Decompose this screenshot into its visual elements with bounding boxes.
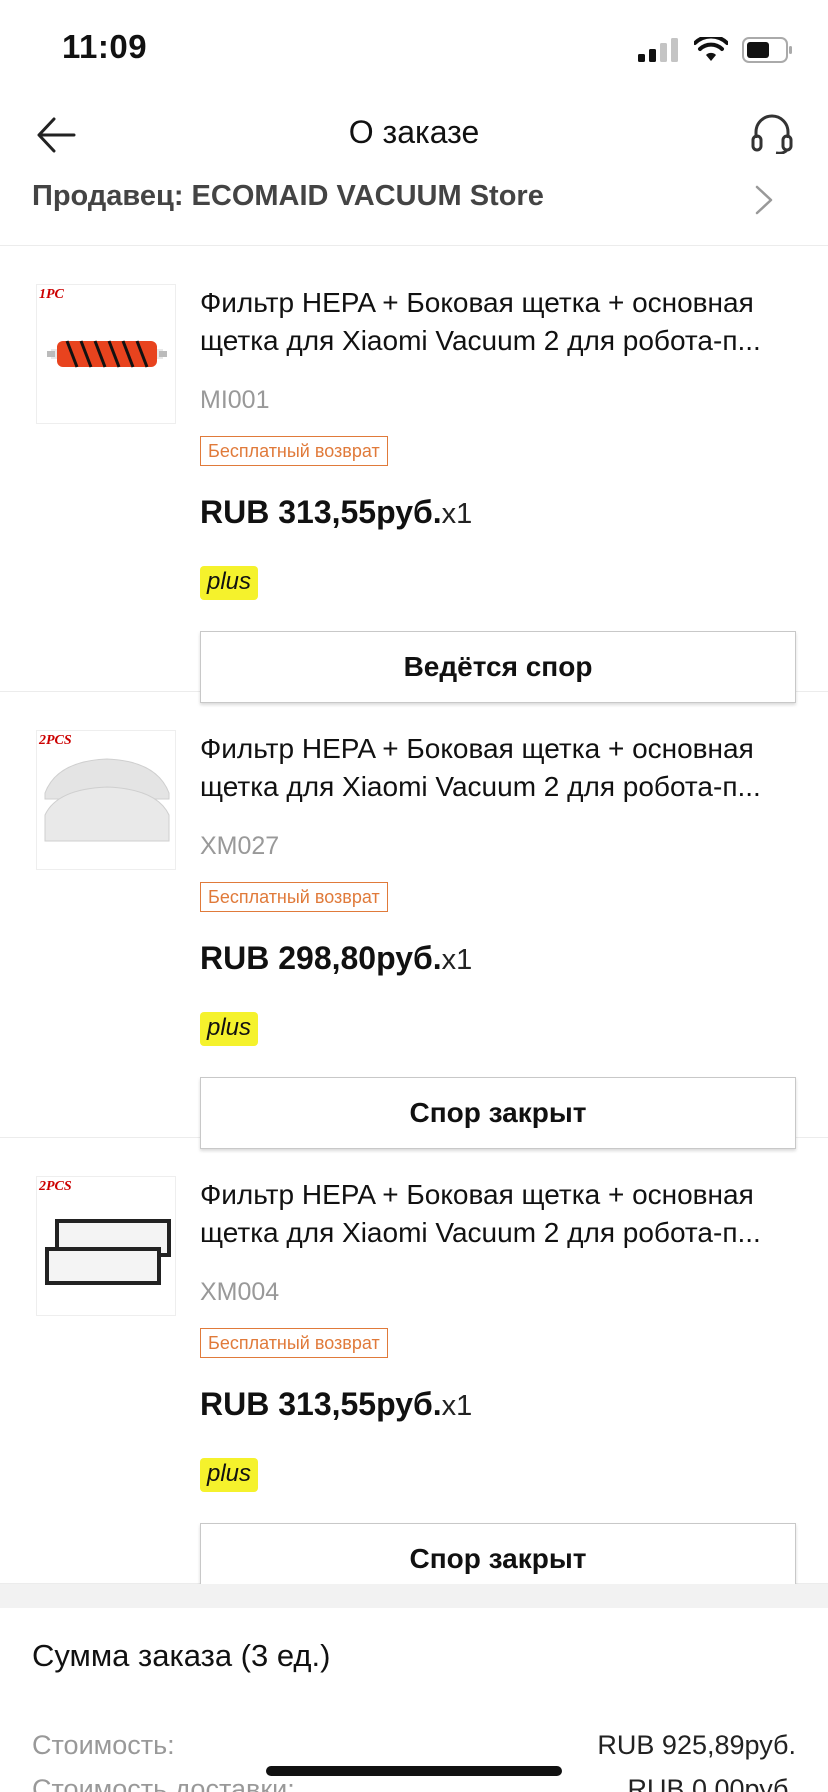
item-price-row: RUB 313,55руб.x1 — [200, 1386, 472, 1423]
order-item: 1PC Фильтр HEPA + Боковая щетка + основн… — [0, 246, 828, 703]
product-image[interactable]: 2PCS — [36, 1176, 176, 1316]
item-price-row: RUB 298,80руб.x1 — [200, 940, 472, 977]
order-item: 2PCS Фильтр HEPA + Боковая щетка + основ… — [0, 692, 828, 1149]
mop-pads-image — [44, 758, 170, 842]
seller-name: Продавец: ECOMAID VACUUM Store — [32, 180, 544, 212]
item-sku: XM027 — [200, 832, 280, 860]
item-qty: x1 — [441, 498, 473, 530]
status-bar: 11:09 — [0, 0, 828, 96]
item-title[interactable]: Фильтр HEPA + Боковая щетка + основная щ… — [200, 284, 800, 360]
page-title: О заказе — [348, 114, 480, 150]
summary-label: Стоимость: — [32, 1730, 175, 1760]
product-image[interactable]: 2PCS — [36, 730, 176, 870]
order-item: 2PCS Фильтр HEPA + Боковая щетка + основ… — [0, 1138, 828, 1595]
wifi-icon — [694, 37, 728, 61]
summary-label: Стоимость доставки: — [32, 1774, 295, 1792]
order-summary-title: Сумма заказа (3 ед.) — [32, 1638, 331, 1673]
status-icons — [638, 36, 794, 64]
home-indicator[interactable] — [266, 1766, 562, 1776]
battery-icon — [742, 37, 792, 63]
cellular-signal-icon — [638, 38, 678, 62]
plus-badge: plus — [200, 1458, 258, 1492]
item-sku: MI001 — [200, 386, 270, 414]
image-badge: 1PC — [39, 287, 64, 302]
status-time: 11:09 — [62, 28, 148, 65]
item-price: RUB 313,55руб. — [200, 1386, 442, 1422]
headset-icon — [751, 114, 793, 154]
support-button[interactable] — [744, 106, 800, 162]
summary-value: RUB 925,89руб. — [597, 1730, 796, 1760]
item-sku: XM004 — [200, 1278, 280, 1306]
item-title[interactable]: Фильтр HEPA + Боковая щетка + основная щ… — [200, 1176, 800, 1252]
item-price: RUB 313,55руб. — [200, 494, 442, 530]
item-price-row: RUB 313,55руб.x1 — [200, 494, 472, 531]
seller-row[interactable]: Продавец: ECOMAID VACUUM Store — [0, 174, 828, 246]
plus-badge: plus — [200, 1012, 258, 1046]
item-qty: x1 — [441, 944, 473, 976]
free-return-badge: Бесплатный возврат — [200, 1328, 388, 1358]
product-image[interactable]: 1PC — [36, 284, 176, 424]
chevron-right-icon — [755, 185, 773, 215]
free-return-badge: Бесплатный возврат — [200, 436, 388, 466]
hepa-filters-image — [45, 1219, 171, 1285]
image-badge: 2PCS — [39, 733, 72, 748]
image-badge: 2PCS — [39, 1179, 72, 1194]
nav-bar: О заказе — [0, 96, 828, 174]
summary-row-cost: Стоимость: RUB 925,89руб. — [32, 1730, 796, 1761]
item-title[interactable]: Фильтр HEPA + Боковая щетка + основная щ… — [200, 730, 800, 806]
section-divider — [0, 1584, 828, 1608]
plus-badge: plus — [200, 566, 258, 600]
brush-roll-image — [47, 340, 167, 368]
item-price: RUB 298,80руб. — [200, 940, 442, 976]
summary-row-shipping: Стоимость доставки: RUB 0,00руб. — [32, 1774, 796, 1792]
summary-value: RUB 0,00руб. — [627, 1774, 796, 1792]
item-qty: x1 — [441, 1390, 473, 1422]
free-return-badge: Бесплатный возврат — [200, 882, 388, 912]
